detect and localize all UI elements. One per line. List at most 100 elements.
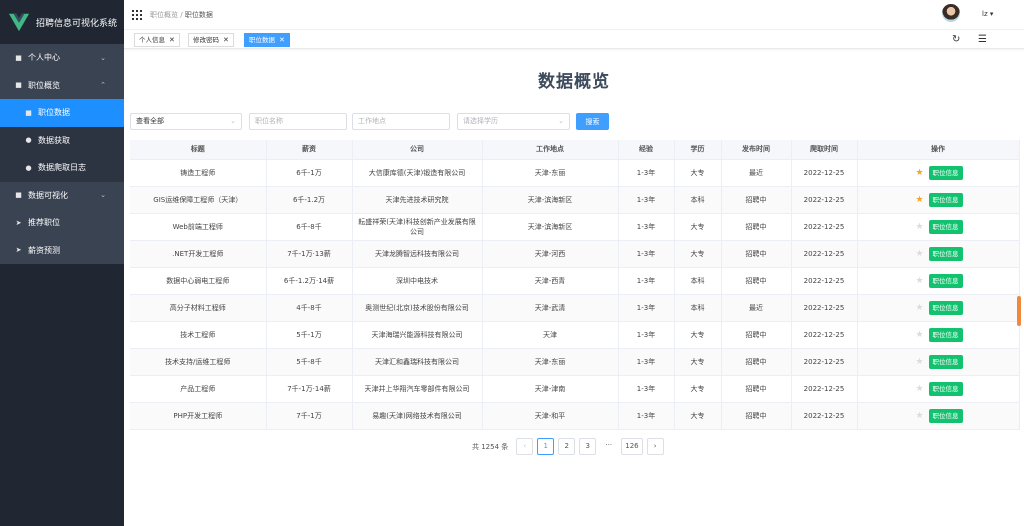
type-select-value: 查看全部 xyxy=(136,117,164,125)
close-icon[interactable]: ✕ xyxy=(169,36,175,44)
column-header: 薪资 xyxy=(266,140,353,160)
refresh-icon[interactable]: ↻ xyxy=(952,34,960,45)
job-info-button[interactable]: 职位信息 xyxy=(928,327,963,342)
location-cell: 天津 xyxy=(482,321,619,349)
job-info-button[interactable]: 职位信息 xyxy=(928,354,963,369)
sidebar-item-data-fetch[interactable]: ● 数据获取 xyxy=(0,126,124,154)
chevron-down-icon: ⌄ xyxy=(558,117,564,125)
tag-change-password[interactable]: 修改密码 ✕ xyxy=(188,33,234,47)
user-menu[interactable]: lz ▾ xyxy=(982,10,993,18)
close-icon[interactable]: ✕ xyxy=(279,36,285,44)
job-title-cell: GIS运维保障工程师（天津） xyxy=(130,186,267,214)
job-title-cell: 技术支持/运维工程师 xyxy=(130,348,267,376)
page-button[interactable]: 3 xyxy=(579,438,597,455)
actions-cell: ★ 职位信息 xyxy=(857,267,1020,295)
page-button[interactable]: 2 xyxy=(558,438,576,455)
job-info-button[interactable]: 职位信息 xyxy=(928,165,963,180)
next-page-button[interactable]: › xyxy=(646,438,664,455)
location-placeholder: 工作地点 xyxy=(358,117,386,125)
education-cell: 大专 xyxy=(674,213,722,241)
crawled-cell: 2022-12-25 xyxy=(791,348,858,376)
square-icon: ■ xyxy=(15,53,22,62)
square-icon: ■ xyxy=(15,81,22,90)
job-info-button[interactable]: 职位信息 xyxy=(928,219,963,234)
salary-cell: 5千-1万 xyxy=(266,321,353,349)
page-button[interactable]: 1 xyxy=(537,438,555,455)
experience-cell: 1-3年 xyxy=(618,159,675,187)
prev-page-button[interactable]: ‹ xyxy=(516,438,534,455)
company-cell: 天津龙腾智远科技有限公司 xyxy=(352,240,483,268)
star-icon[interactable]: ★ xyxy=(914,222,926,232)
actions-cell: ★ 职位信息 xyxy=(857,240,1020,268)
job-info-button[interactable]: 职位信息 xyxy=(928,246,963,261)
sidebar-menu: ■ 个人中心 ⌄ ■ 职位概览 ⌃ ■ 职位数据 ● 数据获取 ● 数据爬取日志 xyxy=(0,44,124,264)
posted-cell: 招聘中 xyxy=(721,321,792,349)
education-select[interactable]: 请选择学历 ⌄ xyxy=(457,113,570,130)
star-icon[interactable]: ★ xyxy=(914,249,926,259)
education-cell: 大专 xyxy=(674,159,722,187)
column-header: 标题 xyxy=(130,140,267,160)
experience-cell: 1-3年 xyxy=(618,348,675,376)
apps-grid-icon[interactable] xyxy=(132,9,142,20)
sidebar-item-salary-predict[interactable]: ➤ 薪资预测 xyxy=(0,236,124,264)
column-header: 操作 xyxy=(857,140,1020,160)
star-icon[interactable]: ★ xyxy=(914,384,926,394)
tag-personal-info[interactable]: 个人信息 ✕ xyxy=(134,33,180,47)
page-button[interactable]: 126 xyxy=(621,438,643,455)
sidebar-item-personal-center[interactable]: ■ 个人中心 ⌄ xyxy=(0,44,124,72)
job-info-button[interactable]: 职位信息 xyxy=(928,273,963,288)
job-title-cell: 产品工程师 xyxy=(130,375,267,403)
search-button[interactable]: 搜索 xyxy=(576,113,609,130)
actions-cell: ★ 职位信息 xyxy=(857,348,1020,376)
actions-cell: ★ 职位信息 xyxy=(857,159,1020,187)
page-title: 数据概览 xyxy=(538,72,610,92)
job-info-button[interactable]: 职位信息 xyxy=(928,300,963,315)
actions-cell: ★ 职位信息 xyxy=(857,294,1020,322)
scrollbar-thumb[interactable] xyxy=(1017,296,1021,326)
job-title-cell: 高分子材料工程师 xyxy=(130,294,267,322)
star-icon[interactable]: ★ xyxy=(914,411,926,421)
app-root: 招聘信息可视化系统 ■ 个人中心 ⌄ ■ 职位概览 ⌃ ■ 职位数据 ● 数据获… xyxy=(0,0,1024,526)
star-icon[interactable]: ★ xyxy=(914,357,926,367)
breadcrumb-item[interactable]: 职位概览 xyxy=(150,11,178,19)
settings-sliders-icon[interactable]: ☰ xyxy=(978,34,987,45)
location-input[interactable]: 工作地点 xyxy=(352,113,450,130)
company-cell: 易趣(天津)网络技术有限公司 xyxy=(352,402,483,430)
page-ellipsis[interactable]: ··· xyxy=(600,438,617,455)
star-icon[interactable]: ★ xyxy=(914,303,926,313)
sidebar-item-job-overview[interactable]: ■ 职位概览 ⌃ xyxy=(0,71,124,99)
crawled-cell: 2022-12-25 xyxy=(791,294,858,322)
crawled-cell: 2022-12-25 xyxy=(791,267,858,295)
star-icon[interactable]: ★ xyxy=(914,195,926,205)
company-cell: 大信康库德(天津)锻造有限公司 xyxy=(352,159,483,187)
star-icon[interactable]: ★ xyxy=(914,330,926,340)
job-info-button[interactable]: 职位信息 xyxy=(928,408,963,423)
avatar[interactable] xyxy=(942,4,960,22)
sidebar-item-data-visualization[interactable]: ■ 数据可视化 ⌄ xyxy=(0,181,124,209)
user-icon: ● xyxy=(25,163,32,172)
tag-job-data[interactable]: 职位数据 ✕ xyxy=(244,33,290,47)
job-name-input[interactable]: 职位名称 xyxy=(249,113,347,130)
job-info-button[interactable]: 职位信息 xyxy=(928,381,963,396)
job-info-button[interactable]: 职位信息 xyxy=(928,192,963,207)
sidebar-item-recommend[interactable]: ➤ 推荐职位 xyxy=(0,209,124,237)
salary-cell: 6千-8千 xyxy=(266,213,353,241)
close-icon[interactable]: ✕ xyxy=(223,36,229,44)
location-cell: 天津-滨海新区 xyxy=(482,213,619,241)
star-icon[interactable]: ★ xyxy=(914,168,926,178)
actions-cell: ★ 职位信息 xyxy=(857,213,1020,241)
table-row: 高分子材料工程师 4千-8千 奥测世纪(北京)技术股份有限公司 天津-武清 1-3年 本科… xyxy=(130,294,1020,322)
experience-cell: 1-3年 xyxy=(618,240,675,268)
column-header: 爬取时间 xyxy=(791,140,858,160)
star-icon[interactable]: ★ xyxy=(914,276,926,286)
job-title-cell: 数据中心弱电工程师 xyxy=(130,267,267,295)
type-select[interactable]: 查看全部 ⌄ xyxy=(130,113,242,130)
sidebar-item-label: 推荐职位 xyxy=(28,218,60,228)
company-cell: 天津汇和鑫瑞科技有限公司 xyxy=(352,348,483,376)
sidebar-item-job-data[interactable]: ■ 职位数据 xyxy=(0,99,124,127)
sidebar-item-crawl-log[interactable]: ● 数据爬取日志 xyxy=(0,154,124,182)
job-title-cell: 技术工程师 xyxy=(130,321,267,349)
salary-cell: 7千-1万·13薪 xyxy=(266,240,353,268)
location-cell: 天津-西青 xyxy=(482,267,619,295)
table-row: 产品工程师 7千-1万·14薪 天津井上华翔汽车零部件有限公司 天津-津南 1-3年 大专… xyxy=(130,375,1020,403)
